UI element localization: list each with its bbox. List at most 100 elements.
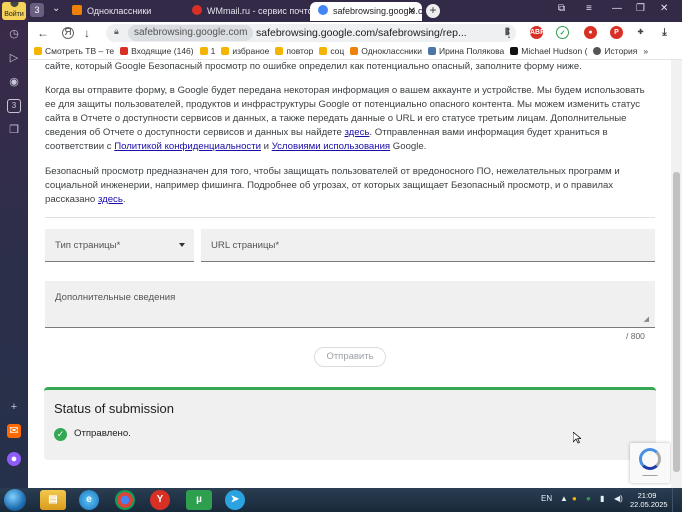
tab-odnoklassniki[interactable]: Одноклассники [72,2,190,21]
network-icon[interactable]: ▮ [600,494,604,503]
terms-link[interactable]: Условиями использования [272,141,390,152]
download-icon[interactable]: ⤓ [658,26,671,39]
adblock-icon[interactable]: ABP [530,26,545,39]
yandex-browser-icon[interactable]: Y [150,490,170,510]
folder-icon [275,47,284,55]
status-message: Отправлено. [74,428,131,439]
windows-taskbar: ▤ e Y µ ➤ EN ▲ ● ● ▮ ◀) 21:09 22.05.2025 [0,488,682,512]
recaptcha-badge[interactable]: ▬▬▬▬▬ [630,443,670,483]
bookmark-label: Входящие (146) [131,46,194,56]
details-link[interactable]: здесь [344,127,369,138]
system-clock[interactable]: 21:09 22.05.2025 [630,491,668,509]
clock-time: 21:09 [637,491,657,500]
submission-status-card: Status of submission ✓ Отправлено. [44,387,656,460]
bookmark-item[interactable]: Michael Hudson ( [510,44,587,59]
bookmark-item[interactable]: Ирина Полякова [427,44,505,59]
site-host-chip[interactable]: safebrowsing.google.com [128,25,254,41]
text: и [260,141,272,152]
details-textarea[interactable]: Дополнительные сведения ◢ [45,281,655,328]
pinterest-icon[interactable]: P [610,26,623,39]
address-bar[interactable]: 🔒︎ safebrowsing.google.com safebrowsing.… [106,24,516,42]
bookmark-item[interactable]: избраное [221,44,269,59]
privacy-policy-link[interactable]: Политикой конфиденциальности [114,141,261,152]
close-tab-icon[interactable]: ✕ [408,2,416,21]
collections-icon[interactable]: ❐ [7,123,21,137]
extension-icon[interactable]: ● [584,26,597,39]
tray-app-icon[interactable]: ● [572,494,577,503]
status-title: Status of submission [54,401,174,416]
chrome-icon[interactable] [115,490,135,510]
bookmark-label: повтор [286,46,314,56]
browser-sidebar: Войти ◷ ▷ ◉ 3 ❐ + ✉ ● [0,0,28,488]
back-icon[interactable]: ← [37,26,49,40]
tab-wmmail[interactable]: WMmail.ru - сервис почто [192,2,310,21]
lock-icon[interactable]: 🔒︎ [114,26,119,37]
utorrent-icon[interactable]: µ [186,490,212,510]
downloads-icon[interactable]: ↓ [84,26,90,40]
puzzle-icon[interactable]: ✚ [634,26,647,39]
folder-icon [221,47,230,55]
odnoklassniki-icon [350,47,359,55]
tab-count-icon[interactable]: 3 [7,99,21,113]
history-icon[interactable]: ◷ [7,27,21,41]
bookmark-item[interactable]: 1 [199,44,215,59]
bookmark-item[interactable]: Смотреть ТВ – те [34,44,114,59]
menu-icon[interactable]: ≡ [586,3,592,14]
threats-link[interactable]: здесь [98,194,123,205]
bookmarks-panel-icon[interactable]: ⧉ [558,3,565,14]
login-button[interactable]: Войти [2,2,26,20]
recaptcha-icon [639,448,661,470]
mail-icon[interactable]: ✉ [7,424,21,438]
minimize-icon[interactable]: — [612,3,622,14]
divider [45,217,655,218]
bookmark-item[interactable]: Входящие (146) [120,44,194,59]
url-text[interactable]: safebrowsing.google.com/safebrowsing/rep… [256,27,467,39]
tabs-menu-icon[interactable]: ⌄ [52,3,60,14]
new-tab-button[interactable]: + [426,4,440,18]
bookmark-item[interactable]: Одноклассники [350,44,422,59]
tray-sync-icon[interactable]: ● [586,494,591,503]
page-scrollbar[interactable] [671,60,682,488]
show-desktop-button[interactable] [672,488,682,512]
bookmarks-bar: Смотреть ТВ – те Входящие (146) 1 избраное п… [28,44,682,60]
video-icon[interactable]: ▷ [7,51,21,65]
bookmark-label: Ирина Полякова [438,46,505,56]
bookmark-label: избраное [232,46,270,56]
telegram-icon[interactable]: ➤ [225,490,245,510]
resize-handle-icon[interactable]: ◢ [644,315,649,323]
tab-bar: 3 ⌄ Одноклассники WMmail.ru - сервис поч… [28,0,682,22]
tray-expand-icon[interactable]: ▲ [560,494,568,503]
close-window-icon[interactable]: ✕ [660,3,668,14]
folder-icon [34,47,42,55]
add-panel-icon[interactable]: + [7,400,21,414]
folder-icon [199,47,208,55]
bookmark-item[interactable]: соц [319,44,344,59]
restore-icon[interactable]: ❐ [636,3,645,14]
url-label: URL страницы* [211,240,280,251]
more-bookmarks-icon[interactable]: » [643,44,648,59]
ie-icon[interactable]: e [79,490,99,510]
shield-icon[interactable]: ✓ [556,26,569,39]
clock-date: 22.05.2025 [630,500,668,509]
submit-button[interactable]: Отправить [314,347,386,367]
volume-icon[interactable]: ◀) [614,494,623,503]
page-type-select[interactable]: Тип страницы* [45,229,194,262]
language-indicator[interactable]: EN [541,494,552,503]
bookmark-label: соц [330,46,345,56]
scrollbar-thumb[interactable] [673,172,680,472]
safebrowsing-paragraph: Безопасный просмотр предназначен для тог… [45,165,650,207]
bookmark-item[interactable]: повтор [275,44,313,59]
tab-group-counter[interactable]: 3 [30,3,44,17]
record-icon[interactable]: ◉ [7,75,21,89]
bookmark-label: Смотреть ТВ – те [45,46,115,56]
more-icon[interactable]: ⋮ [503,26,515,40]
explorer-icon[interactable]: ▤ [40,490,66,510]
url-input[interactable]: URL страницы* [201,229,655,262]
tab-safebrowsing[interactable]: safebrowsing.google.co ✕ [310,2,422,21]
bookmark-item[interactable]: История [593,44,637,59]
info-paragraph: Когда вы отправите форму, в Google будет… [45,84,650,154]
alice-icon[interactable]: ● [7,452,21,466]
start-button[interactable] [4,489,26,511]
wmmail-icon [192,5,202,15]
yandex-logo-icon[interactable]: Я [62,27,74,39]
